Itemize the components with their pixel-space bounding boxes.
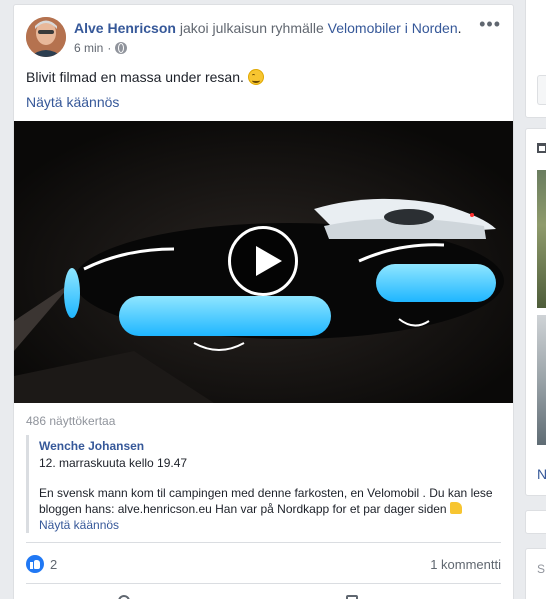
post-text-content: Blivit filmad en massa under resan. [26,69,244,85]
shared-text: En svensk mann kom til campingen med den… [39,485,501,517]
right-thumbnail-1[interactable] [537,170,546,308]
play-icon[interactable] [228,226,298,296]
right-card-link[interactable]: N [537,466,546,482]
right-thumbnail-2[interactable] [537,315,546,445]
reaction-count: 2 [50,556,58,572]
shared-text-content: En svensk mann kom til campingen med den… [39,486,493,516]
action-bar [26,595,501,599]
divider [26,542,501,543]
feed-post: Alve Henricson jakoi julkaisun ryhmälle … [13,4,514,599]
right-search-box[interactable] [537,75,546,105]
like-icon [26,555,44,573]
thumbs-up-emoji-icon [449,502,462,514]
grinning-face-emoji-icon [247,69,264,85]
more-options-icon[interactable]: ••• [479,15,501,33]
group-suffix: . [457,20,462,36]
globe-icon[interactable] [115,42,128,54]
share-action-text: jakoi julkaisun ryhmälle [179,20,324,36]
right-card-label: S [537,562,546,576]
post-meta: 6 min · [74,41,128,55]
video-player[interactable] [14,121,513,403]
shared-post[interactable]: Wenche Johansen 12. marraskuuta kello 19… [26,435,501,533]
comment-count-link[interactable]: 1 kommentti [430,557,501,572]
shared-date[interactable]: 12. marraskuuta kello 19.47 [39,456,187,470]
view-count: 486 näyttökertaa [26,414,116,428]
translate-link[interactable]: Näytä käännös [26,94,119,110]
comment-button-icon[interactable] [346,595,358,599]
right-card-small [525,510,546,534]
post-text: Blivit filmad en massa under resan. [26,67,264,87]
post-timestamp[interactable]: 6 min [74,41,103,55]
shared-translate-link[interactable]: Näytä käännös [39,518,119,532]
post-header-line: Alve Henricson jakoi julkaisun ryhmälle … [74,19,462,37]
author-link[interactable]: Alve Henricson [74,20,176,36]
calendar-icon [537,143,546,153]
divider [26,583,501,584]
like-button-icon[interactable] [118,595,130,599]
post-header: Alve Henricson jakoi julkaisun ryhmälle … [26,15,501,61]
group-link[interactable]: Velomobiler i Norden [328,20,458,36]
reactions-summary[interactable]: 2 [26,555,57,573]
shared-author-link[interactable]: Wenche Johansen [39,439,144,453]
avatar[interactable] [26,17,66,57]
